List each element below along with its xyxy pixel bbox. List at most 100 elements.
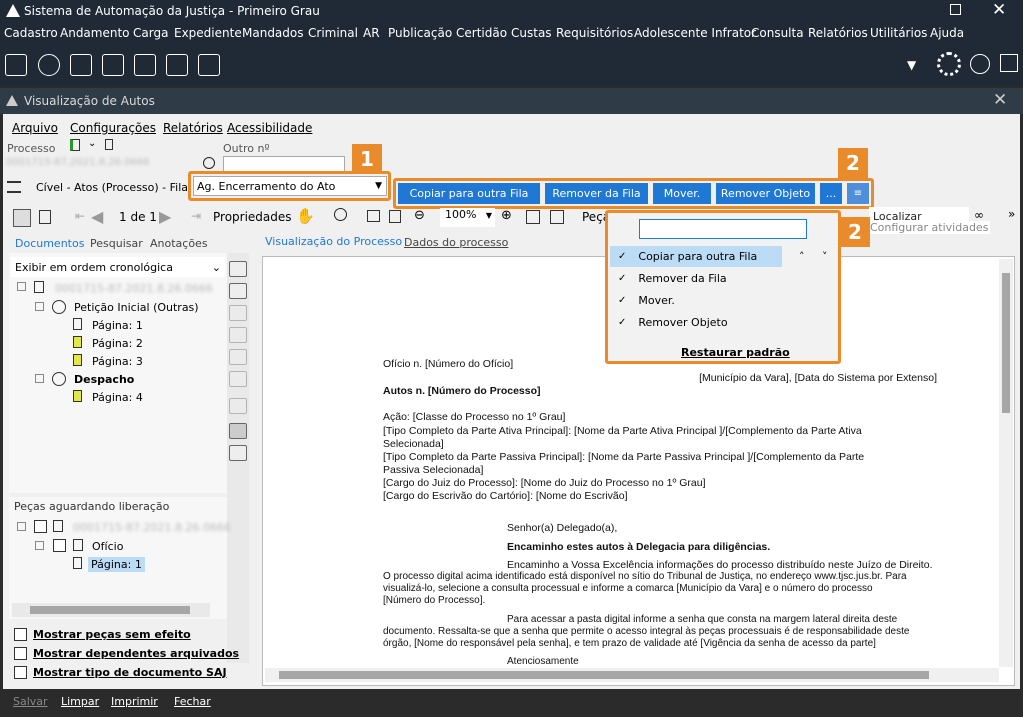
checkbox-arquivados[interactable]: Mostrar dependentes arquivados (14, 647, 239, 660)
hand-tool-icon[interactable]: ✋ (296, 207, 315, 225)
print-button[interactable]: Imprimir (111, 695, 158, 708)
menu-requisitorios[interactable]: Requisitórios (556, 26, 633, 40)
menu-mandados[interactable]: Mandados (242, 26, 304, 40)
tree-expand-icon[interactable] (17, 282, 26, 291)
printer-icon[interactable] (102, 54, 124, 76)
next-page-icon[interactable]: ▶ (159, 207, 171, 226)
restore-default-button[interactable]: Restaurar padrão (681, 346, 790, 359)
search-docs-icon[interactable] (38, 54, 60, 76)
tab-visualizacao[interactable]: Visualização do Processo (265, 235, 402, 248)
doc-view-icon[interactable] (13, 209, 31, 227)
close-icon[interactable]: ✕ (992, 0, 1006, 20)
binoculars-icon[interactable]: ∞ (974, 208, 984, 222)
remove-object-button[interactable]: Remover Objeto (716, 183, 815, 204)
rotate-right-icon[interactable] (550, 210, 564, 224)
first-page-icon[interactable]: ⇤ (75, 209, 85, 223)
vscroll[interactable] (999, 259, 1013, 667)
clear-button[interactable]: Limpar (61, 695, 99, 708)
checkbox-box[interactable] (14, 628, 27, 641)
tool-2-icon[interactable] (229, 283, 247, 299)
menu-consulta[interactable]: Consulta (751, 26, 804, 40)
menu-criminal[interactable]: Criminal (308, 26, 358, 40)
add-document-icon[interactable] (166, 54, 188, 76)
dropdown-arrow-icon[interactable]: ▼ (907, 58, 916, 72)
tool-8-icon[interactable] (229, 423, 247, 439)
menu-arquivo[interactable]: Arquivo (12, 121, 58, 135)
pending-oficio[interactable]: Ofício (92, 540, 123, 553)
menu-relatorios-win[interactable]: Relatórios (163, 121, 223, 135)
tree-root-process[interactable]: 0001715-87.2021.8.26.0666 (55, 282, 213, 295)
queue-select[interactable]: Ag. Encerramento do Ato ▼ (193, 176, 387, 196)
tool-4-icon[interactable] (229, 327, 247, 343)
zoom-out-icon[interactable]: ⊖ (414, 208, 425, 223)
tool-7-icon[interactable] (229, 398, 247, 414)
new-doc-icon[interactable] (70, 139, 80, 151)
processo-number-field[interactable]: 0001715-87.2021.8.26.0666 (6, 157, 196, 173)
tree-despacho[interactable]: Despacho (74, 373, 134, 386)
copy-to-queue-button[interactable]: Copiar para outra Fila (398, 183, 540, 204)
doc-split-icon[interactable] (39, 210, 51, 224)
menu-carga[interactable]: Carga (133, 26, 168, 40)
tool-6-icon[interactable] (229, 371, 247, 387)
fit-page-icon[interactable] (367, 210, 380, 222)
loading-icon[interactable] (937, 52, 961, 76)
tree-page-4[interactable]: Página: 4 (92, 391, 143, 404)
window-close-icon[interactable]: ✕ (993, 90, 1007, 110)
menu-relatorios[interactable]: Relatórios (808, 26, 868, 40)
tab-dados-processo[interactable]: Dados do processo (404, 236, 508, 249)
search-icon[interactable] (203, 157, 215, 169)
folder-icon[interactable] (198, 54, 220, 76)
edit-icon[interactable] (5, 54, 27, 76)
tree-peticao[interactable]: Petição Inicial (Outras) (74, 301, 199, 314)
vscroll-thumb[interactable] (1002, 273, 1010, 413)
menu-acessibilidade[interactable]: Acessibilidade (227, 121, 312, 135)
last-page-icon[interactable]: ⇥ (191, 209, 201, 223)
menu-adolescente[interactable]: Adolescente Infrator (634, 26, 756, 40)
checkbox-box[interactable] (14, 666, 27, 679)
tool-9-icon[interactable] (229, 445, 247, 461)
tree-page-2[interactable]: Página: 2 (92, 337, 143, 350)
popup-item-mover[interactable]: ✓ Mover. (610, 290, 782, 311)
prev-page-icon[interactable]: ◀ (91, 207, 103, 226)
outro-number-input[interactable] (223, 156, 345, 172)
order-select[interactable]: Exibir em ordem cronológica ⌄ (11, 257, 225, 277)
properties-button[interactable]: Propriedades (213, 210, 292, 224)
tree-page-1[interactable]: Página: 1 (92, 319, 143, 332)
tool-3-icon[interactable] (229, 305, 247, 321)
zoom-tool-icon[interactable] (334, 208, 347, 221)
tree-expand-icon[interactable] (35, 302, 44, 311)
move-down-icon[interactable]: ˅ (822, 250, 828, 263)
tab-documentos[interactable]: Documentos (15, 237, 84, 250)
chevron-down-icon[interactable]: ⌄ (88, 138, 96, 149)
menu-certidao[interactable]: Certidão (456, 26, 507, 40)
overflow-icon[interactable]: » (1008, 207, 1015, 221)
menu-cadastro[interactable]: Cadastro (4, 26, 58, 40)
calendar-icon[interactable] (70, 54, 92, 76)
menu-andamento[interactable]: Andamento (60, 26, 130, 40)
checkbox-tipo-saj[interactable]: Mostrar tipo de documento SAJ (14, 666, 227, 679)
scroll-thumb[interactable] (30, 606, 190, 614)
pending-root[interactable]: 0001715-87.2021.8.26.0666 (73, 521, 231, 534)
menu-ajuda[interactable]: Ajuda (930, 26, 964, 40)
tool-1-icon[interactable] (229, 261, 247, 277)
popup-item-copiar[interactable]: ✓ Copiar para outra Fila (610, 246, 782, 267)
menu-expediente[interactable]: Expediente (174, 26, 242, 40)
tree-expand-icon[interactable] (17, 522, 26, 531)
save-button[interactable]: Salvar (13, 695, 48, 708)
menu-publicacao[interactable]: Publicação (388, 26, 452, 40)
checkbox-box[interactable] (14, 647, 27, 660)
fit-width-icon[interactable] (389, 210, 401, 223)
home-icon[interactable] (1000, 54, 1018, 72)
org-chart-icon[interactable] (134, 54, 156, 76)
menu-custas[interactable]: Custas (511, 26, 552, 40)
users-icon[interactable] (970, 54, 990, 74)
tool-5-icon[interactable] (229, 349, 247, 365)
tab-anotacoes[interactable]: Anotações (150, 237, 208, 250)
pending-oficio-checkbox[interactable] (53, 539, 66, 552)
menu-configuracoes[interactable]: Configurações (70, 121, 156, 135)
menu-ar[interactable]: AR (363, 26, 380, 40)
move-button[interactable]: Mover. (653, 183, 711, 204)
checkbox-sem-efeito[interactable]: Mostrar peças sem efeito (14, 628, 191, 641)
tree-expand-icon[interactable] (35, 374, 44, 383)
pending-root-checkbox[interactable] (34, 520, 47, 533)
